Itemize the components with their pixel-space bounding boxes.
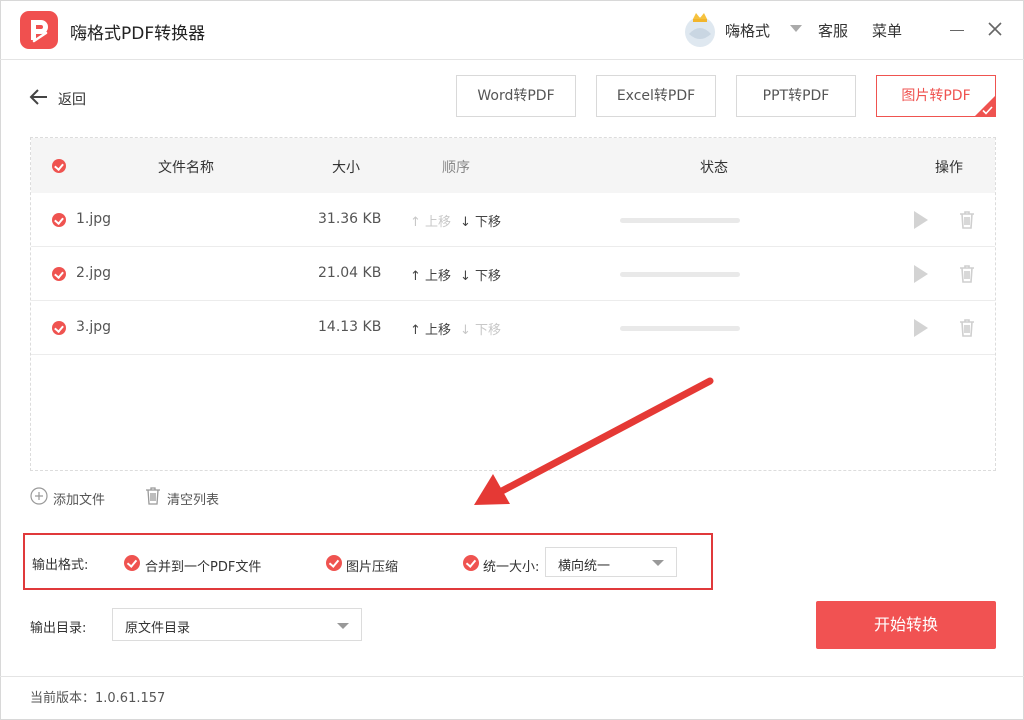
app-logo-icon — [20, 11, 58, 49]
service-button[interactable]: 客服 — [818, 20, 848, 41]
file-table: 文件名称 大小 顺序 状态 操作 1.jpg 31.36 KB ↑ 上移 ↓ 下… — [30, 137, 996, 471]
trash-icon[interactable] — [959, 318, 975, 338]
move-up-label: 上移 — [425, 269, 452, 284]
unify-size-value: 横向统一 — [558, 559, 611, 574]
header-action: 操作 — [935, 160, 963, 176]
move-up-button[interactable]: ↑ 上移 — [410, 319, 451, 338]
file-name: 2.jpg — [76, 265, 112, 281]
back-button[interactable]: 返回 — [58, 89, 86, 109]
merge-check-icon[interactable] — [124, 555, 140, 571]
tab-image-to-pdf-label: 图片转PDF — [901, 88, 971, 104]
play-icon[interactable] — [914, 265, 928, 283]
header-file-name: 文件名称 — [158, 160, 214, 176]
progress-bar — [620, 272, 740, 277]
back-arrow-icon[interactable] — [28, 86, 50, 108]
menu-button[interactable]: 菜单 — [872, 20, 902, 41]
file-size: 14.13 KB — [318, 319, 382, 335]
compress-check-icon[interactable] — [326, 555, 342, 571]
chevron-down-icon — [337, 623, 349, 629]
file-name: 1.jpg — [76, 211, 112, 227]
file-size: 31.36 KB — [318, 211, 382, 227]
avatar[interactable] — [682, 10, 718, 48]
chevron-down-icon — [652, 560, 664, 566]
merge-option[interactable]: 合并到一个PDF文件 — [145, 556, 261, 575]
output-dir-value: 原文件目录 — [125, 621, 191, 636]
move-up-label: 上移 — [425, 323, 452, 338]
trash-icon[interactable] — [959, 210, 975, 230]
row-check-icon[interactable] — [52, 267, 66, 281]
clear-list-button[interactable]: 清空列表 — [167, 489, 219, 508]
output-dir-select[interactable]: 原文件目录 — [112, 608, 362, 641]
file-name: 3.jpg — [76, 319, 112, 335]
user-name[interactable]: 嗨格式 — [725, 20, 770, 41]
user-dropdown-icon[interactable] — [790, 25, 802, 32]
output-dir-label: 输出目录: — [30, 621, 87, 636]
play-icon[interactable] — [914, 319, 928, 337]
progress-bar — [620, 218, 740, 223]
header-size: 大小 — [332, 160, 360, 176]
unify-size-option[interactable]: 统一大小: — [483, 556, 539, 575]
check-icon — [982, 106, 993, 115]
close-icon[interactable] — [986, 20, 1004, 38]
unify-size-check-icon[interactable] — [463, 555, 479, 571]
minimize-button[interactable] — [948, 18, 968, 42]
app-title: 嗨格式PDF转换器 — [70, 24, 206, 44]
tab-image-to-pdf[interactable]: 图片转PDF — [876, 75, 996, 117]
header-order: 顺序 — [442, 160, 470, 176]
move-down-label: 下移 — [475, 215, 502, 230]
add-circle-icon[interactable] — [30, 487, 48, 505]
progress-bar — [620, 326, 740, 331]
move-up-button[interactable]: ↑ 上移 — [410, 265, 451, 284]
trash-icon[interactable] — [959, 264, 975, 284]
row-check-icon[interactable] — [52, 321, 66, 335]
tab-word-to-pdf[interactable]: Word转PDF — [456, 75, 576, 117]
move-down-button[interactable]: ↓ 下移 — [460, 319, 501, 338]
move-up-label: 上移 — [425, 215, 452, 230]
move-down-label: 下移 — [475, 269, 502, 284]
move-up-button[interactable]: ↑ 上移 — [410, 211, 451, 230]
tab-ppt-to-pdf[interactable]: PPT转PDF — [736, 75, 856, 117]
play-icon[interactable] — [914, 211, 928, 229]
title-bar: 嗨格式PDF转换器 嗨格式 客服 菜单 — [0, 0, 1024, 60]
table-row: 3.jpg 14.13 KB ↑ 上移 ↓ 下移 — [31, 301, 995, 355]
tab-excel-to-pdf[interactable]: Excel转PDF — [596, 75, 716, 117]
select-all-check-icon[interactable] — [52, 159, 66, 173]
add-file-button[interactable]: 添加文件 — [53, 489, 105, 508]
start-convert-button[interactable]: 开始转换 — [816, 601, 996, 649]
header-status: 状态 — [700, 160, 728, 176]
table-row: 1.jpg 31.36 KB ↑ 上移 ↓ 下移 — [31, 193, 995, 247]
row-check-icon[interactable] — [52, 213, 66, 227]
file-size: 21.04 KB — [318, 265, 382, 281]
table-row: 2.jpg 21.04 KB ↑ 上移 ↓ 下移 — [31, 247, 995, 301]
table-header: 文件名称 大小 顺序 状态 操作 — [31, 138, 995, 193]
output-format-label: 输出格式: — [32, 558, 89, 573]
move-down-label: 下移 — [475, 323, 502, 338]
version-text: 当前版本：1.0.61.157 — [30, 691, 166, 706]
unify-size-select[interactable]: 横向统一 — [545, 547, 677, 577]
move-down-button[interactable]: ↓ 下移 — [460, 211, 501, 230]
compress-option[interactable]: 图片压缩 — [346, 556, 398, 575]
clear-list-trash-icon[interactable] — [145, 486, 161, 506]
move-down-button[interactable]: ↓ 下移 — [460, 265, 501, 284]
